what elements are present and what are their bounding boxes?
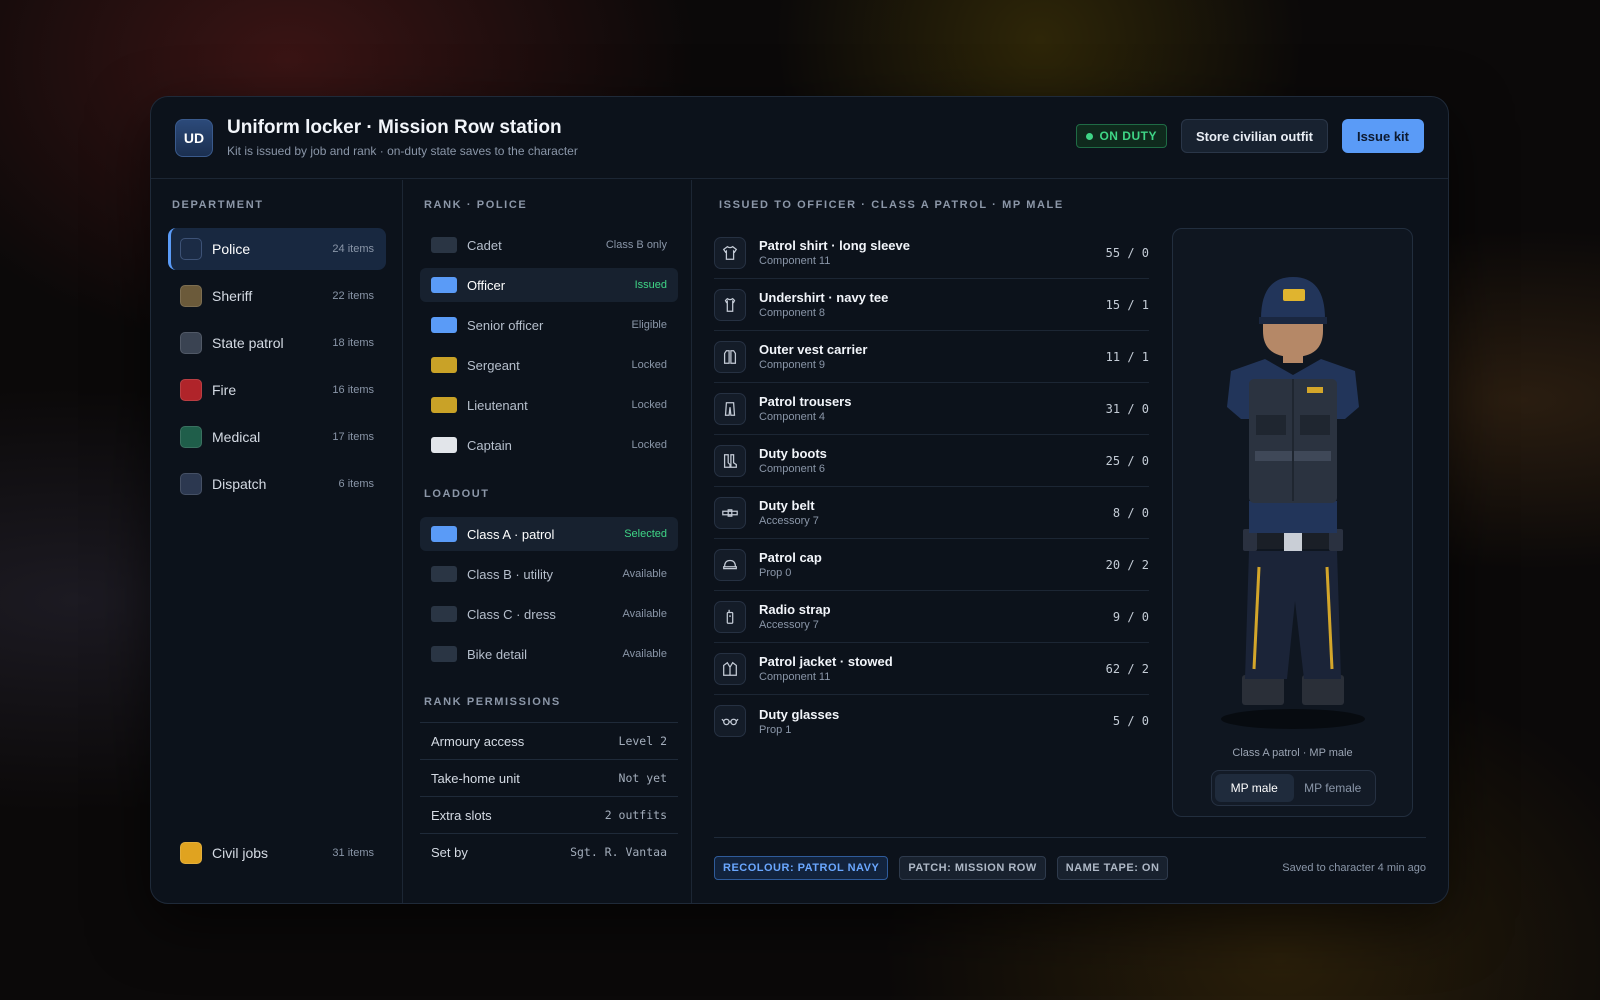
department-item-civil-jobs[interactable]: Civil jobs 31 items bbox=[168, 832, 386, 874]
permission-row: Extra slots 2 outfits bbox=[420, 796, 678, 833]
uniformed-officer-figure bbox=[1221, 277, 1365, 729]
department-swatch bbox=[180, 285, 202, 307]
trousers-icon bbox=[714, 392, 746, 425]
shirt-icon bbox=[714, 236, 746, 269]
page-title: Uniform locker · Mission Row station bbox=[227, 117, 562, 138]
uniform-locker-panel: UD Uniform locker · Mission Row station … bbox=[150, 96, 1449, 904]
store-civilian-outfit-button[interactable]: Store civilian outfit bbox=[1180, 119, 1328, 153]
loadout-swatch bbox=[431, 646, 457, 662]
rank-heading: RANK · POLICE bbox=[424, 199, 528, 211]
radio-icon bbox=[714, 600, 746, 633]
department-swatch bbox=[180, 332, 202, 354]
loadout-swatch bbox=[431, 606, 457, 622]
mp-male-toggle[interactable]: MP male bbox=[1215, 774, 1294, 802]
cap-icon bbox=[714, 548, 746, 581]
issued-item[interactable]: Patrol jacket · stowed Component 11 62 / … bbox=[714, 643, 1149, 695]
issued-heading: ISSUED TO OFFICER · CLASS A PATROL · MP … bbox=[719, 199, 1064, 211]
department-item-state-patrol[interactable]: State patrol 18 items bbox=[168, 322, 386, 364]
issued-item[interactable]: Duty glasses Prop 1 5 / 0 bbox=[714, 695, 1149, 747]
loadout-swatch bbox=[431, 526, 457, 542]
loadout-swatch bbox=[431, 566, 457, 582]
loadout-item-class-b[interactable]: Class B · utility Available bbox=[420, 557, 678, 591]
saved-status: Saved to character 4 min ago bbox=[1282, 861, 1426, 874]
patch-tag[interactable]: PATCH: MISSION ROW bbox=[899, 855, 1046, 880]
rank-swatch bbox=[431, 437, 457, 453]
rank-swatch bbox=[431, 317, 457, 333]
recolour-tag[interactable]: RECOLOUR: PATROL NAVY bbox=[714, 855, 889, 880]
loadout-item-bike-detail[interactable]: Bike detail Available bbox=[420, 637, 678, 671]
rank-item-cadet[interactable]: Cadet Class B only bbox=[420, 228, 678, 262]
mp-female-toggle[interactable]: MP female bbox=[1294, 774, 1373, 802]
boots-icon bbox=[714, 444, 746, 477]
permission-row: Armoury access Level 2 bbox=[420, 722, 678, 759]
department-swatch bbox=[180, 379, 202, 401]
issued-item[interactable]: Patrol shirt · long sleeve Component 11 5… bbox=[714, 227, 1149, 279]
issued-item[interactable]: Radio strap Accessory 7 9 / 0 bbox=[714, 591, 1149, 643]
loadout-heading: LOADOUT bbox=[424, 488, 490, 500]
rank-column: RANK · POLICE Cadet Class B only Officer… bbox=[403, 180, 692, 903]
department-item-fire[interactable]: Fire 16 items bbox=[168, 369, 386, 411]
department-item-medical[interactable]: Medical 17 items bbox=[168, 416, 386, 458]
issued-item[interactable]: Undershirt · navy tee Component 8 15 / 1 bbox=[714, 279, 1149, 331]
model-toggle: MP male MP female bbox=[1211, 770, 1376, 806]
department-item-dispatch[interactable]: Dispatch 6 items bbox=[168, 463, 386, 505]
name-tape-tag[interactable]: NAME TAPE: ON bbox=[1056, 855, 1169, 880]
issued-item[interactable]: Duty boots Component 6 25 / 0 bbox=[714, 435, 1149, 487]
permissions-heading: RANK PERMISSIONS bbox=[424, 696, 561, 708]
status-dot-icon bbox=[1086, 132, 1094, 140]
department-item-police[interactable]: Police 24 items bbox=[168, 228, 386, 270]
rank-swatch bbox=[431, 357, 457, 373]
rank-swatch bbox=[431, 237, 457, 253]
glasses-icon bbox=[714, 705, 746, 737]
tee-icon bbox=[714, 288, 746, 321]
page-subtitle: Kit is issued by job and rank · on-duty … bbox=[227, 144, 578, 158]
belt-icon bbox=[714, 496, 746, 529]
rank-swatch bbox=[431, 277, 457, 293]
issue-kit-button[interactable]: Issue kit bbox=[1341, 119, 1424, 153]
rank-item-senior-officer[interactable]: Senior officer Eligible bbox=[420, 308, 678, 342]
permission-row: Take-home unit Not yet bbox=[420, 759, 678, 796]
header: UD Uniform locker · Mission Row station … bbox=[151, 97, 1448, 179]
jacket-icon bbox=[714, 652, 746, 685]
on-duty-badge: ON DUTY bbox=[1076, 124, 1167, 148]
rank-swatch bbox=[431, 397, 457, 413]
department-swatch bbox=[180, 238, 202, 260]
permission-row: Set by Sgt. R. Vantaa bbox=[420, 833, 678, 870]
department-swatch bbox=[180, 426, 202, 448]
issued-item[interactable]: Patrol cap Prop 0 20 / 2 bbox=[714, 539, 1149, 591]
loadout-item-class-a[interactable]: Class A · patrol Selected bbox=[420, 517, 678, 551]
preview-caption: Class A patrol · MP male bbox=[1232, 747, 1353, 759]
locker-logo: UD bbox=[175, 118, 213, 157]
vest-icon bbox=[714, 340, 746, 373]
department-column: DEPARTMENT Police 24 items Sheriff 22 it… bbox=[151, 180, 403, 903]
rank-item-officer[interactable]: Officer Issued bbox=[420, 268, 678, 302]
character-preview: Class A patrol · MP male MP male MP fema… bbox=[1172, 228, 1413, 817]
loadout-item-class-c[interactable]: Class C · dress Available bbox=[420, 597, 678, 631]
department-swatch bbox=[180, 842, 202, 864]
department-item-sheriff[interactable]: Sheriff 22 items bbox=[168, 275, 386, 317]
issued-column: ISSUED TO OFFICER · CLASS A PATROL · MP … bbox=[692, 180, 1448, 903]
issued-item[interactable]: Patrol trousers Component 4 31 / 0 bbox=[714, 383, 1149, 435]
rank-item-sergeant[interactable]: Sergeant Locked bbox=[420, 348, 678, 382]
issued-item[interactable]: Duty belt Accessory 7 8 / 0 bbox=[714, 487, 1149, 539]
footer: RECOLOUR: PATROL NAVY PATCH: MISSION ROW… bbox=[714, 837, 1426, 897]
rank-item-lieutenant[interactable]: Lieutenant Locked bbox=[420, 388, 678, 422]
department-heading: DEPARTMENT bbox=[172, 199, 264, 211]
issued-item[interactable]: Outer vest carrier Component 9 11 / 1 bbox=[714, 331, 1149, 383]
rank-item-captain[interactable]: Captain Locked bbox=[420, 428, 678, 462]
department-swatch bbox=[180, 473, 202, 495]
